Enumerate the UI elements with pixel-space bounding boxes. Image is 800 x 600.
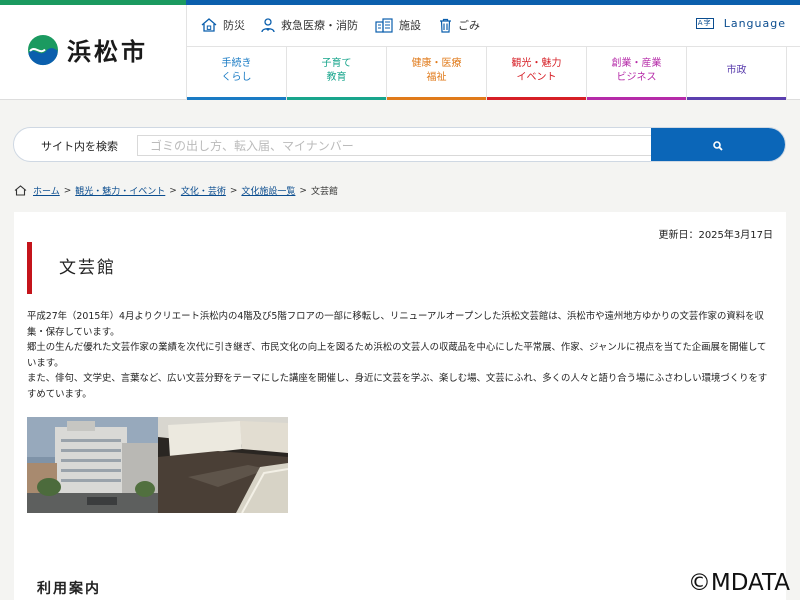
site-search: サイト内を検索 [13,127,786,162]
search-button[interactable] [651,128,785,161]
paragraph: 郷土の生んだ優れた文芸作家の業績を次代に引き継ぎ、市民文化の向上を図るため浜松の… [27,342,767,369]
gnav-childcare[interactable]: 子育て 教育 [287,47,387,100]
util-label: ごみ [458,19,480,32]
gnav-line2: くらし [221,72,252,83]
language-icon: A字 [695,18,714,29]
global-nav: 手続き くらし 子育て 教育 健康・医療 福祉 観光・魅力 イベント 創業・産業… [186,47,788,100]
gnav-line2: イベント [516,72,557,83]
building-exterior-photo [27,417,158,513]
page-title: 文芸館 [27,242,116,294]
gnav-health[interactable]: 健康・医療 福祉 [387,47,487,100]
search-icon [713,140,723,151]
util-facilities[interactable]: 施設 [375,17,421,33]
breadcrumb-facilities-link[interactable]: 文化施設一覧 [241,184,295,197]
gnav-line2: 教育 [326,72,347,83]
util-label: 防災 [223,19,245,32]
page-description: 平成27年（2015年）4月よりクリエート浜松内の4階及び5階フロアの一部に移転… [27,309,772,402]
gnav-line1: 健康・医療 [411,58,462,69]
site-name: 浜松市 [67,38,148,66]
gnav-color-bar [387,97,486,100]
util-emergency[interactable]: 救急医療・消防 [261,17,358,33]
gnav-color-bar [287,97,386,100]
gnav-line1: 子育て [321,58,352,69]
copyright-watermark: ©MDATA [687,570,790,596]
util-label: 救急医療・消防 [281,19,358,32]
gnav-color-bar [487,97,586,100]
utility-nav: 防災 救急医療・消防 施設 ごみ A字 Language [186,5,800,47]
gnav-business[interactable]: 創業・産業 ビジネス [587,47,687,100]
trash-icon [440,18,451,33]
util-bousai[interactable]: 防災 [201,17,245,33]
search-input[interactable] [137,135,652,156]
gnav-line1: 市政 [726,65,747,76]
breadcrumb-culture-link[interactable]: 文化・芸術 [181,184,226,197]
gnav-color-bar [587,97,686,100]
gnav-line1: 手続き [221,58,252,69]
gnav-tourism[interactable]: 観光・魅力 イベント [487,47,587,100]
breadcrumb-separator: > [229,185,238,196]
exhibition-hall-photo [158,417,288,513]
updated-date: 更新日：2025年3月17日 [658,230,773,241]
gnav-line2: ビジネス [616,72,657,83]
paragraph: 平成27年（2015年）4月よりクリエート浜松内の4階及び5階フロアの一部に移転… [27,311,764,338]
gnav-line1: 創業・産業 [611,58,662,69]
paragraph: また、俳句、文学史、言葉など、広い文芸分野をテーマにした講座を開催し、身近に文芸… [27,373,768,400]
breadcrumb-separator: > [63,185,72,196]
gnav-procedures[interactable]: 手続き くらし [187,47,287,100]
hamamatsu-logo-icon [28,34,58,65]
util-label: 施設 [399,19,421,32]
doctor-icon [261,17,275,32]
home-icon [14,185,27,196]
breadcrumb: ホーム > 観光・魅力・イベント > 文化・芸術 > 文化施設一覧 > 文芸館 [14,184,338,197]
language-label: Language [723,17,786,30]
main-content: 更新日：2025年3月17日 文芸館 平成27年（2015年）4月よりクリエート… [14,212,786,600]
building-icon [375,17,393,33]
util-garbage[interactable]: ごみ [439,17,480,33]
breadcrumb-tourism-link[interactable]: 観光・魅力・イベント [75,184,165,197]
photo-gallery [27,417,288,513]
language-button[interactable]: A字 Language [695,17,786,30]
site-header: 浜松市 防災 救急医療・消防 施設 ごみ A字 Language 手続き くらし [0,5,800,100]
search-label: サイト内を検索 [41,140,118,153]
breadcrumb-separator: > [299,185,307,196]
gnav-city-admin[interactable]: 市政 [687,47,787,100]
gnav-color-bar [187,97,286,100]
gnav-line1: 観光・魅力 [511,58,562,69]
gnav-color-bar [687,97,786,100]
section-heading-usage-info: 利用案内 [37,581,101,597]
breadcrumb-separator: > [169,185,177,196]
breadcrumb-home-link[interactable]: ホーム [33,184,60,197]
site-logo[interactable]: 浜松市 [27,32,148,67]
gnav-line2: 福祉 [426,72,447,83]
house-shield-icon [201,18,217,32]
breadcrumb-current: 文芸館 [310,187,338,197]
